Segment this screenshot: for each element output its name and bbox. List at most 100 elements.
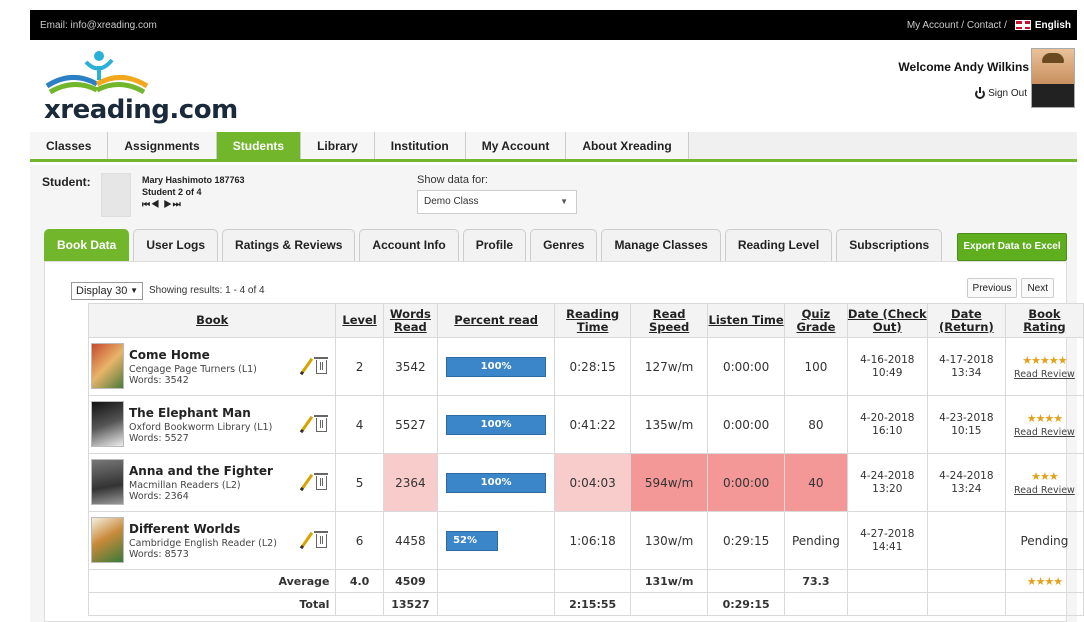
average-check-out bbox=[846, 569, 928, 593]
reading-time-cell: 1:06:18 bbox=[554, 511, 632, 570]
level-cell: 6 bbox=[335, 511, 384, 570]
col-read-speed[interactable]: Read Speed bbox=[630, 303, 709, 338]
listen-time-cell: 0:29:15 bbox=[707, 511, 786, 570]
book-cover[interactable] bbox=[91, 517, 124, 563]
return-cell bbox=[926, 511, 1006, 570]
col-book[interactable]: Book bbox=[87, 303, 337, 338]
trash-icon[interactable] bbox=[314, 357, 329, 374]
check-out-cell: 4-27-2018 14:41 bbox=[846, 511, 928, 570]
col-reading-time[interactable]: Reading Time bbox=[554, 303, 632, 338]
pencil-icon[interactable] bbox=[299, 416, 313, 430]
tab-subscriptions[interactable]: Subscriptions bbox=[836, 229, 943, 261]
col-date-check-out[interactable]: Date (Check Out) bbox=[846, 303, 928, 338]
display-count-select[interactable]: Display 30 ▼ bbox=[71, 282, 143, 300]
trash-icon[interactable] bbox=[314, 473, 329, 490]
export-excel-button[interactable]: Export Data to Excel bbox=[957, 233, 1067, 261]
quiz-grade-cell: 80 bbox=[784, 395, 848, 454]
col-words-read[interactable]: Words Read bbox=[382, 303, 439, 338]
total-quiz-grade bbox=[784, 592, 848, 616]
check-out-cell: 4-24-2018 13:20 bbox=[846, 453, 928, 512]
chevron-down-icon: ▼ bbox=[560, 197, 568, 206]
col-date-return[interactable]: Date (Return) bbox=[926, 303, 1006, 338]
average-read-speed: 131w/m bbox=[630, 569, 709, 593]
nav-classes[interactable]: Classes bbox=[30, 132, 109, 159]
pencil-icon[interactable] bbox=[299, 474, 313, 488]
quiz-grade-cell: Pending bbox=[784, 511, 848, 570]
col-percent-read[interactable]: Percent read bbox=[437, 303, 556, 338]
trash-icon[interactable] bbox=[314, 415, 329, 432]
col-level[interactable]: Level bbox=[335, 303, 384, 338]
nav-assignments[interactable]: Assignments bbox=[108, 132, 217, 159]
student-nav-arrows-icon[interactable]: ⏮◀ ▶⏭ bbox=[142, 199, 182, 210]
language-selector[interactable]: English bbox=[1035, 20, 1071, 31]
average-label: Average bbox=[87, 569, 337, 593]
trash-icon[interactable] bbox=[314, 531, 329, 548]
nav-library[interactable]: Library bbox=[301, 132, 375, 159]
tab-profile[interactable]: Profile bbox=[462, 229, 527, 261]
nav-institution[interactable]: Institution bbox=[374, 132, 466, 159]
main-nav: Classes Assignments Students Library Ins… bbox=[30, 132, 1077, 162]
reading-time-cell: 0:04:03 bbox=[554, 453, 632, 512]
next-button[interactable]: Next bbox=[1021, 278, 1054, 298]
progress-bar: 52% bbox=[446, 530, 546, 551]
nav-students[interactable]: Students bbox=[216, 132, 302, 159]
tab-user-logs[interactable]: User Logs bbox=[133, 229, 219, 261]
student-photo bbox=[101, 173, 131, 217]
tab-ratings-reviews[interactable]: Ratings & Reviews bbox=[222, 229, 356, 261]
class-select[interactable]: Demo Class ▼ bbox=[417, 190, 577, 214]
tab-genres[interactable]: Genres bbox=[530, 229, 598, 261]
progress-bar: 100% bbox=[446, 472, 547, 493]
site-header: xreading.com Welcome Andy Wilkins Sign O… bbox=[30, 40, 1077, 132]
book-cover[interactable] bbox=[91, 401, 124, 447]
total-rating bbox=[1004, 592, 1084, 616]
progress-fill: 100% bbox=[446, 414, 547, 435]
book-cover[interactable] bbox=[91, 459, 124, 505]
book-person-logo-icon[interactable] bbox=[42, 48, 152, 96]
nav-my-account[interactable]: My Account bbox=[465, 132, 567, 159]
level-cell: 5 bbox=[335, 453, 384, 512]
col-listen-time[interactable]: Listen Time bbox=[707, 303, 786, 338]
rating-cell: ★★★★ Read Review bbox=[1004, 395, 1084, 454]
pencil-icon[interactable] bbox=[299, 532, 313, 546]
display-count-value: Display 30 bbox=[76, 285, 128, 297]
tab-reading-level[interactable]: Reading Level bbox=[724, 229, 833, 261]
listen-time-cell: 0:00:00 bbox=[707, 337, 786, 396]
account-contact-links[interactable]: My Account / Contact / bbox=[907, 20, 1007, 31]
user-avatar[interactable] bbox=[1031, 48, 1075, 108]
progress-bar: 100% bbox=[446, 356, 547, 377]
col-quiz-grade[interactable]: Quiz Grade bbox=[784, 303, 848, 338]
student-position: Student 2 of 4 bbox=[142, 187, 202, 197]
percent-read-cell: 52% bbox=[437, 511, 556, 570]
read-speed-cell: 594w/m bbox=[630, 453, 709, 512]
chevron-down-icon: ▼ bbox=[130, 286, 138, 295]
previous-button[interactable]: Previous bbox=[966, 278, 1018, 298]
read-review-link[interactable]: Read Review bbox=[1006, 427, 1083, 438]
site-logo-text[interactable]: xreading.com bbox=[44, 95, 238, 125]
total-return bbox=[926, 592, 1006, 616]
pencil-icon[interactable] bbox=[299, 358, 313, 372]
table-row: Different Worlds Cambridge English Reade… bbox=[87, 511, 1084, 570]
quiz-grade-cell: 40 bbox=[784, 453, 848, 512]
progress-bar: 100% bbox=[446, 414, 547, 435]
student-name: Mary Hashimoto 187763 bbox=[142, 175, 245, 185]
read-speed-cell: 135w/m bbox=[630, 395, 709, 454]
total-reading-time: 2:15:55 bbox=[554, 592, 632, 616]
read-review-link[interactable]: Read Review bbox=[1006, 369, 1083, 380]
star-rating-icon: ★★★★ bbox=[1026, 574, 1063, 588]
level-cell: 4 bbox=[335, 395, 384, 454]
rating-cell: ★★★ Read Review bbox=[1004, 453, 1084, 512]
read-review-link[interactable]: Read Review bbox=[1006, 485, 1083, 496]
book-cover[interactable] bbox=[91, 343, 124, 389]
book-data-table: Book Level Words Read Percent read Readi… bbox=[87, 303, 1084, 616]
average-percent bbox=[437, 569, 556, 593]
book-cell: Different Worlds Cambridge English Reade… bbox=[87, 511, 337, 570]
tab-account-info[interactable]: Account Info bbox=[359, 229, 459, 261]
check-out-cell: 4-20-2018 16:10 bbox=[846, 395, 928, 454]
book-cell: The Elephant Man Oxford Bookworm Library… bbox=[87, 395, 337, 454]
check-out-cell: 4-16-2018 10:49 bbox=[846, 337, 928, 396]
col-book-rating[interactable]: Book Rating bbox=[1004, 303, 1084, 338]
nav-about[interactable]: About Xreading bbox=[566, 132, 689, 159]
tab-manage-classes[interactable]: Manage Classes bbox=[601, 229, 721, 261]
sign-out-link[interactable]: Sign Out bbox=[975, 86, 1027, 99]
tab-book-data[interactable]: Book Data bbox=[44, 229, 130, 261]
